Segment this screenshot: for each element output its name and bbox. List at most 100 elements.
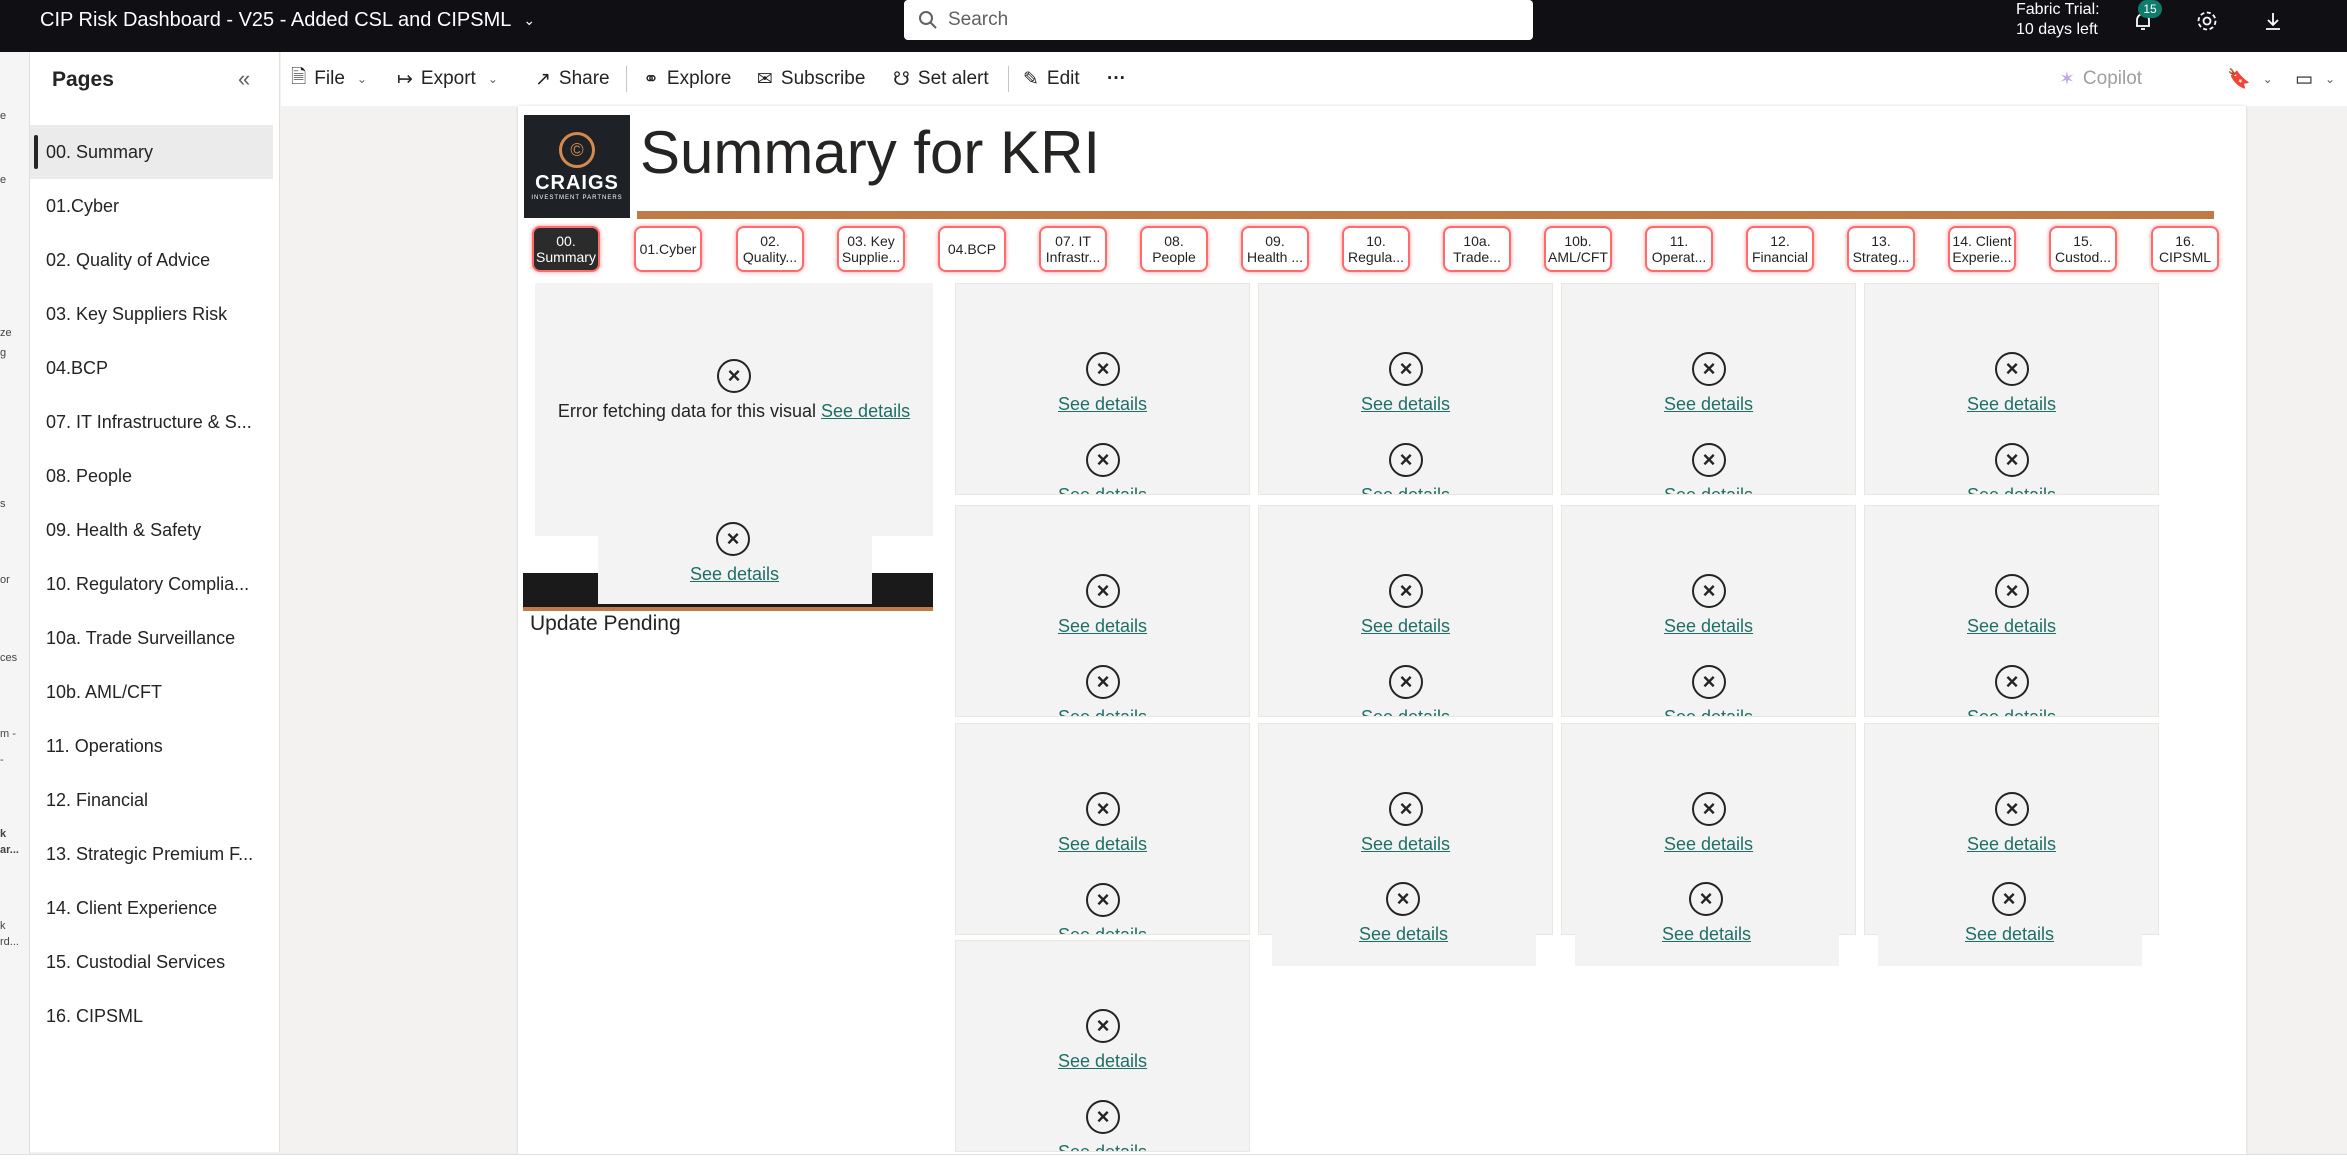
status-bar xyxy=(0,1154,2347,1176)
page-item[interactable]: 00. Summary xyxy=(30,125,273,179)
nav-button-trade[interactable]: 10a. Trade... xyxy=(1443,226,1511,272)
see-details-link[interactable]: See details xyxy=(1058,1051,1147,1072)
trial-status[interactable]: Fabric Trial: 10 days left xyxy=(2016,0,2100,40)
nav-button-operations[interactable]: 11. Operat... xyxy=(1645,226,1713,272)
see-details-link[interactable]: See details xyxy=(1361,834,1450,855)
page-item[interactable]: 10b. AML/CFT xyxy=(30,665,273,719)
page-item[interactable]: 08. People xyxy=(30,449,273,503)
see-details-link[interactable]: See details xyxy=(1967,616,2056,637)
see-details-link[interactable]: See details xyxy=(1359,924,1448,945)
see-details-link[interactable]: See details xyxy=(1967,485,2056,494)
see-details-link[interactable]: See details xyxy=(821,401,910,421)
view-button[interactable]: ▭ ⌄ xyxy=(2295,52,2335,106)
see-details-link[interactable]: See details xyxy=(1664,616,1753,637)
see-details-link[interactable]: See details xyxy=(1058,707,1147,716)
page-item[interactable]: 07. IT Infrastructure & S... xyxy=(30,395,273,449)
page-item[interactable]: 01.Cyber xyxy=(30,179,273,233)
page-item[interactable]: 03. Key Suppliers Risk xyxy=(30,287,273,341)
nav-button-strategic[interactable]: 13. Strateg... xyxy=(1847,226,1915,272)
error-icon: × xyxy=(1389,665,1423,699)
see-details-link[interactable]: See details xyxy=(1058,394,1147,415)
see-details-link[interactable]: See details xyxy=(1664,707,1753,716)
page-item[interactable]: 15. Custodial Services xyxy=(30,935,273,989)
see-details-link[interactable]: See details xyxy=(1664,834,1753,855)
see-details-link[interactable]: See details xyxy=(1058,834,1147,855)
nav-button-health[interactable]: 09. Health ... xyxy=(1241,226,1309,272)
subscribe-icon: ✉ xyxy=(757,68,773,90)
nav-button-summary[interactable]: 00. Summary xyxy=(532,226,600,272)
see-details-link[interactable]: See details xyxy=(690,564,779,585)
nav-button-cyber[interactable]: 01.Cyber xyxy=(634,226,702,272)
subscribe-button[interactable]: ✉ Subscribe xyxy=(757,52,865,106)
see-details-link[interactable]: See details xyxy=(1058,485,1147,494)
copilot-button[interactable]: ✶ Copilot xyxy=(2059,52,2142,106)
error-visual[interactable]: × See details × See details xyxy=(955,940,1250,1152)
set-alert-button[interactable]: ☋ Set alert xyxy=(893,52,989,106)
nav-button-quality[interactable]: 02. Quality... xyxy=(736,226,804,272)
nav-button-it[interactable]: 07. IT Infrastr... xyxy=(1039,226,1107,272)
see-details-link[interactable]: See details xyxy=(1058,616,1147,637)
see-details-link[interactable]: See details xyxy=(1361,394,1450,415)
see-details-link[interactable]: See details xyxy=(1664,485,1753,494)
see-details-link[interactable]: See details xyxy=(1361,707,1450,716)
error-visual[interactable]: × See details × See details xyxy=(1561,283,1856,495)
page-item[interactable]: 13. Strategic Premium F... xyxy=(30,827,273,881)
share-button[interactable]: ↗ Share xyxy=(535,52,610,106)
search-input[interactable]: Search xyxy=(904,0,1533,40)
nav-button-cipsml[interactable]: 16. CIPSML xyxy=(2151,226,2219,272)
error-visual[interactable]: × See details xyxy=(598,516,872,604)
see-details-link[interactable]: See details xyxy=(1965,924,2054,945)
page-item[interactable]: 10. Regulatory Complia... xyxy=(30,557,273,611)
page-item[interactable]: 11. Operations xyxy=(30,719,273,773)
nav-button-bcp[interactable]: 04.BCP xyxy=(938,226,1006,272)
explore-button[interactable]: ⚭ Explore xyxy=(643,52,731,106)
see-details-link[interactable]: See details xyxy=(1967,394,2056,415)
nav-button-client[interactable]: 14. Client Experie... xyxy=(1948,226,2016,272)
download-icon[interactable] xyxy=(2258,6,2288,36)
nav-button-financial[interactable]: 12. Financial xyxy=(1746,226,1814,272)
error-visual[interactable]: × See details × See details xyxy=(1864,283,2159,495)
page-item[interactable]: 12. Financial xyxy=(30,773,273,827)
see-details-link[interactable]: See details xyxy=(1361,485,1450,494)
report-title-menu[interactable]: CIP Risk Dashboard - V25 - Added CSL and… xyxy=(40,0,535,40)
see-details-link[interactable]: See details xyxy=(1664,394,1753,415)
see-details-link[interactable]: See details xyxy=(1058,925,1147,934)
error-visual[interactable]: × See details × See details xyxy=(1561,505,1856,717)
error-visual[interactable]: × See details × See details xyxy=(1864,505,2159,717)
error-visual[interactable]: × See details × See details xyxy=(1258,283,1553,495)
page-item[interactable]: 16. CIPSML xyxy=(30,989,273,1043)
collapse-pane-icon[interactable]: « xyxy=(238,66,250,92)
nav-button-aml[interactable]: 10b. AML/CFT xyxy=(1544,226,1612,272)
report-heading: Summary for KRI xyxy=(640,119,1101,186)
see-details-link[interactable]: See details xyxy=(1662,924,1751,945)
more-options-button[interactable]: ··· xyxy=(1107,52,1126,106)
error-visual[interactable]: × See details xyxy=(1575,876,1839,966)
file-menu[interactable]: 🗎 File ⌄ xyxy=(291,52,367,106)
copilot-icon: ✶ xyxy=(2059,68,2075,90)
error-visual[interactable]: × See details × See details xyxy=(955,505,1250,717)
gear-icon[interactable] xyxy=(2192,6,2222,36)
page-item[interactable]: 14. Client Experience xyxy=(30,881,273,935)
error-visual[interactable]: × See details × See details xyxy=(1258,505,1553,717)
nav-button-suppliers[interactable]: 03. Key Supplie... xyxy=(837,226,905,272)
see-details-link[interactable]: See details xyxy=(1361,616,1450,637)
error-visual[interactable]: × See details × See details xyxy=(955,283,1250,495)
page-item[interactable]: 02. Quality of Advice xyxy=(30,233,273,287)
page-item[interactable]: 10a. Trade Surveillance xyxy=(30,611,273,665)
error-visual[interactable]: × See details xyxy=(1272,876,1536,966)
see-details-link[interactable]: See details xyxy=(1967,834,2056,855)
nav-button-people[interactable]: 08. People xyxy=(1140,226,1208,272)
error-visual[interactable]: × Error fetching data for this visual Se… xyxy=(535,283,933,536)
bookmark-button[interactable]: 🔖 ⌄ xyxy=(2227,52,2273,106)
page-item[interactable]: 09. Health & Safety xyxy=(30,503,273,557)
nav-button-custodial[interactable]: 15. Custod... xyxy=(2049,226,2117,272)
export-menu[interactable]: ↦ Export ⌄ xyxy=(397,52,498,106)
page-item[interactable]: 04.BCP xyxy=(30,341,273,395)
nav-button-regulatory[interactable]: 10. Regula... xyxy=(1342,226,1410,272)
account-icon[interactable] xyxy=(2318,6,2347,36)
error-visual[interactable]: × See details × See details xyxy=(955,723,1250,935)
edit-button[interactable]: ✎ Edit xyxy=(1023,52,1080,106)
error-visual[interactable]: × See details xyxy=(1878,876,2142,966)
see-details-link[interactable]: See details xyxy=(1058,1142,1147,1151)
see-details-link[interactable]: See details xyxy=(1967,707,2056,716)
